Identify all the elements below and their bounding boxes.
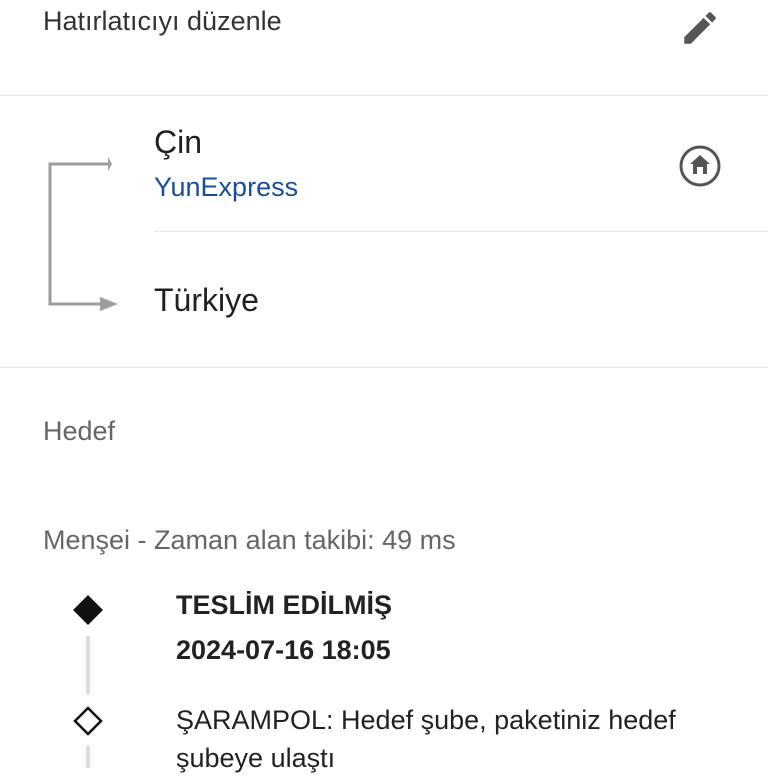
edit-reminder-label[interactable]: Hatırlatıcıyı düzenle [43,6,282,37]
carrier-link[interactable]: YunExpress [154,172,298,203]
origin-country: Çin [154,124,203,160]
event-description: ŞARAMPOL: Hedef şube, paketiniz hedef şu… [176,705,676,773]
edit-button[interactable] [672,2,728,54]
route-inner-divider [154,231,768,232]
timeline-line [86,746,90,768]
destination-section-label: Hedef [43,416,116,446]
route-connector [48,157,118,311]
event-time: 2024-07-16 18:05 [176,635,391,665]
event-status: TESLİM EDİLMİŞ [176,590,392,620]
filled-diamond-icon [73,595,103,625]
pencil-icon [684,12,716,44]
timeline-line [86,636,90,694]
home-icon [679,145,721,187]
outline-diamond-icon [73,706,103,736]
home-button[interactable] [672,138,728,194]
origin-tracking-info: Menşei - Zaman alan takibi: 49 ms [43,525,456,555]
header-divider [0,95,768,96]
route-divider [0,367,768,368]
destination-country: Türkiye [154,282,259,318]
